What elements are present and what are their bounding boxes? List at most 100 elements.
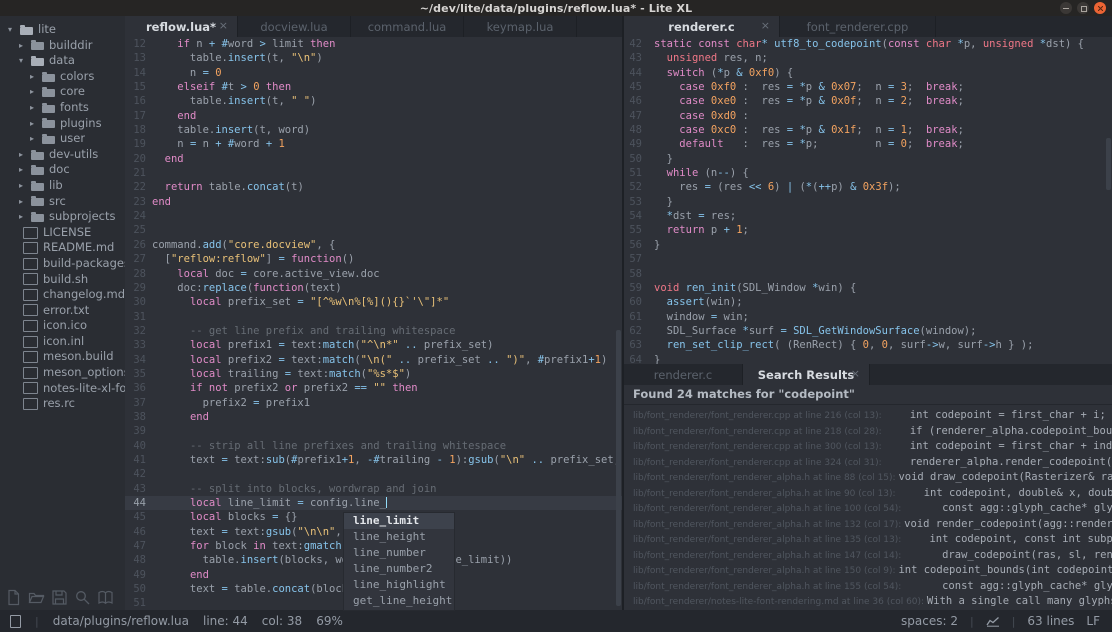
autocomplete-item[interactable]: line_number2	[344, 561, 454, 577]
search-result-row[interactable]: lib/font_renderer/font_renderer_alpha.h …	[624, 532, 1112, 548]
status-indent-mode[interactable]: spaces: 2	[901, 614, 958, 628]
tree-item-subprojects[interactable]: ▸ subprojects	[0, 209, 125, 225]
result-code-snippet: With a single call many glyphs cor	[926, 595, 1112, 607]
tree-item-notes-lite-xl-for-1-16[interactable]: notes-lite-xl-for-1.16	[0, 381, 125, 397]
search-result-row[interactable]: lib/font_renderer/font_renderer_alpha.h …	[624, 470, 1112, 486]
close-icon[interactable]: ×	[761, 19, 770, 32]
code-text: doc:replace(function(text)	[152, 281, 342, 294]
code-line: 64}	[624, 353, 1112, 364]
line-number: 53	[629, 195, 642, 208]
code-line: 13 table.insert(t, "\n")	[125, 51, 622, 65]
folder-icon	[31, 196, 44, 207]
tree-item-doc[interactable]: ▸ doc	[0, 162, 125, 178]
tree-item-fonts[interactable]: ▸ fonts	[0, 100, 125, 116]
autocomplete-item[interactable]: line_limit	[344, 513, 454, 530]
search-result-row[interactable]: lib/font_renderer/font_renderer_alpha.h …	[624, 501, 1112, 517]
tree-item-data[interactable]: ▾ data	[0, 53, 125, 69]
search-result-row[interactable]: lib/font_renderer/font_renderer_alpha.h …	[624, 579, 1112, 595]
line-number: 56	[629, 238, 642, 251]
left-tab-bar: reflow.lua* × docview.lua command.lua keymap…	[125, 16, 622, 37]
bottom-toolbar	[5, 589, 114, 606]
code-text: -- split into blocks, wordwrap and join	[189, 482, 437, 495]
status-line[interactable]: line: 44	[203, 614, 248, 628]
tree-item-label: build-packages.sh	[43, 255, 125, 270]
tab-label: renderer.c	[668, 19, 735, 34]
result-file-path: lib/font_renderer/font_renderer_alpha.h …	[633, 581, 905, 592]
tree-item-build-sh[interactable]: build.sh	[0, 272, 125, 288]
tree-item-colors[interactable]: ▸ colors	[0, 69, 125, 85]
tree-item-core[interactable]: ▸ core	[0, 84, 125, 100]
file-icon	[23, 288, 38, 301]
tree-item-icon-ico[interactable]: icon.ico	[0, 318, 125, 334]
minimize-button[interactable]	[1060, 2, 1072, 14]
tab-renderer-c[interactable]: renderer.c ×	[624, 16, 780, 37]
search-result-row[interactable]: lib/font_renderer/font_renderer.cpp at l…	[624, 455, 1112, 471]
tree-item-src[interactable]: ▸ src	[0, 194, 125, 210]
title-bar[interactable]: ~/dev/lite/data/plugins/reflow.lua* - Li…	[0, 0, 1112, 16]
code-line: 30 local prefix_set = "[^%w\n%[%](){}`'\…	[125, 295, 622, 309]
file-icon	[23, 320, 38, 333]
tree-item-lib[interactable]: ▸ lib	[0, 178, 125, 194]
tab-docview-lua[interactable]: docview.lua	[238, 16, 351, 37]
autocomplete-item[interactable]: line_highlight	[344, 577, 454, 593]
search-result-row[interactable]: lib/font_renderer/font_renderer_alpha.h …	[624, 517, 1112, 533]
maximize-button[interactable]	[1077, 2, 1089, 14]
tree-item-meson-build[interactable]: meson.build	[0, 349, 125, 365]
line-number: 44	[629, 66, 642, 79]
code-text: text = text:sub(#prefix1+1, -#trailing -…	[152, 453, 622, 466]
tab-font-renderer-cpp[interactable]: font_renderer.cpp	[780, 16, 936, 37]
open-folder-icon[interactable]	[28, 589, 45, 606]
code-line: 32 -- get line prefix and trailing white…	[125, 324, 622, 338]
search-result-row[interactable]: lib/font_renderer/notes-lite-font-render…	[624, 594, 1112, 610]
search-result-row[interactable]: lib/font_renderer/font_renderer_alpha.h …	[624, 548, 1112, 564]
tree-item-icon-inl[interactable]: icon.inl	[0, 334, 125, 350]
search-icon[interactable]	[74, 589, 91, 606]
tab-label: renderer.c	[653, 367, 713, 382]
code-area-renderer-c[interactable]: 42 static const char* utf8_to_codepoint(c…	[624, 37, 1112, 364]
save-icon[interactable]	[51, 589, 68, 606]
tab-keymap-lua[interactable]: keymap.lua	[464, 16, 577, 37]
lite-xl-window: ~/dev/lite/data/plugins/reflow.lua* - Li…	[0, 0, 1112, 632]
tab-command-lua[interactable]: command.lua	[351, 16, 464, 37]
tree-item-error-txt[interactable]: error.txt	[0, 303, 125, 319]
code-text: *dst = res;	[666, 210, 737, 223]
autocomplete-item[interactable]: line_number	[344, 545, 454, 561]
left-editor-scrollbar[interactable]	[616, 330, 621, 606]
autocomplete-item[interactable]: line_height	[344, 529, 454, 545]
close-icon[interactable]: ×	[851, 367, 860, 380]
tree-item-meson-options-txt[interactable]: meson_options.txt	[0, 365, 125, 381]
tree-item-builddir[interactable]: ▸ builddir	[0, 38, 125, 54]
line-number: 61	[629, 310, 642, 323]
tab-renderer-c[interactable]: renderer.c	[624, 364, 743, 385]
status-eol-mode[interactable]: LF	[1086, 614, 1100, 628]
tree-item-build-packages-sh[interactable]: build-packages.sh	[0, 256, 125, 272]
tree-item-dev-utils[interactable]: ▸ dev-utils	[0, 147, 125, 163]
search-result-row[interactable]: lib/font_renderer/font_renderer_alpha.h …	[624, 563, 1112, 579]
search-result-row[interactable]: lib/font_renderer/font_renderer.cpp at l…	[624, 439, 1112, 455]
right-editor-scrollbar[interactable]	[1106, 138, 1111, 190]
code-text: SDL_Surface *surf = SDL_GetWindowSurface…	[654, 324, 977, 337]
search-result-row[interactable]: lib/font_renderer/font_renderer_alpha.h …	[624, 486, 1112, 502]
tree-item-plugins[interactable]: ▸ plugins	[0, 116, 125, 132]
autocomplete-item[interactable]: get_line_height	[344, 593, 454, 609]
close-icon[interactable]: ×	[219, 19, 228, 32]
tree-item-readme-md[interactable]: README.md	[0, 240, 125, 256]
line-number: 49	[629, 138, 642, 151]
search-result-row[interactable]: lib/font_renderer/font_renderer.cpp at l…	[624, 424, 1112, 440]
chevron-right-icon: ▸	[30, 71, 35, 81]
tab-search-results[interactable]: Search Results ×	[743, 364, 870, 385]
tab-reflow-lua[interactable]: reflow.lua* ×	[125, 16, 238, 37]
book-icon[interactable]	[97, 589, 114, 606]
new-file-icon[interactable]	[5, 589, 22, 606]
tree-item-license[interactable]: LICENSE	[0, 225, 125, 241]
status-bar: | data/plugins/reflow.lua line: 44 col: …	[0, 610, 1112, 632]
tree-item-lite[interactable]: ▾ lite	[0, 22, 125, 38]
tree-item-res-rc[interactable]: res.rc	[0, 396, 125, 412]
tree-item-changelog-md[interactable]: changelog.md	[0, 287, 125, 303]
code-text: end	[189, 568, 209, 581]
search-result-row[interactable]: lib/font_renderer/font_renderer.cpp at l…	[624, 408, 1112, 424]
status-col[interactable]: col: 38	[262, 614, 302, 628]
line-number: 60	[629, 296, 642, 309]
tree-item-user[interactable]: ▸ user	[0, 131, 125, 147]
close-button[interactable]	[1094, 2, 1106, 14]
